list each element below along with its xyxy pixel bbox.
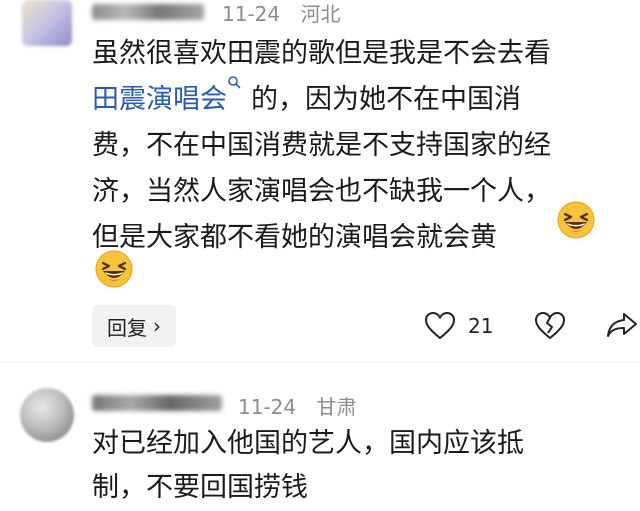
avatar[interactable] bbox=[22, 0, 72, 46]
search-icon bbox=[228, 76, 241, 89]
comment-location: 甘肃 bbox=[316, 395, 357, 419]
comment-location: 河北 bbox=[300, 2, 341, 26]
comment-date: 11-24 bbox=[238, 395, 297, 419]
comment-meta: 11-24 甘肃 bbox=[238, 391, 356, 420]
comment-line-2: 制，不要回国捞钱 bbox=[92, 472, 308, 503]
comment-line-2-text: 的，因为她不在中国消 bbox=[251, 84, 521, 115]
like-count: 21 bbox=[468, 314, 494, 338]
heart-icon[interactable] bbox=[424, 311, 456, 341]
reply-button[interactable]: 回复 › bbox=[92, 305, 176, 347]
username-blurred[interactable] bbox=[92, 4, 204, 20]
comment-divider bbox=[0, 362, 640, 363]
comment-line-3: 费，不在中国消费就是不支持国家的经 bbox=[92, 130, 551, 161]
avatar[interactable] bbox=[20, 388, 74, 442]
comment-line-2: 田震演唱会 的，因为她不在中国消 bbox=[92, 76, 521, 123]
broken-heart-icon[interactable] bbox=[534, 311, 566, 341]
share-icon[interactable] bbox=[606, 310, 638, 340]
comment-line-5-text: 但是大家都不看她的演唱会就会黄 bbox=[92, 222, 497, 253]
comment-meta: 11-24 河北 bbox=[222, 0, 340, 27]
reply-label: 回复 bbox=[107, 315, 147, 340]
username-blurred[interactable] bbox=[92, 395, 222, 411]
comment-line-4: 济，当然人家演唱会也不缺我一个人， bbox=[92, 176, 551, 207]
topic-link[interactable]: 田震演唱会 bbox=[92, 76, 241, 115]
comment-line-1: 虽然很喜欢田震的歌但是我是不会去看 bbox=[92, 38, 551, 69]
chevron-right-icon: › bbox=[153, 314, 161, 338]
comment-line-1: 对已经加入他国的艺人，国内应该抵 bbox=[92, 428, 524, 459]
comment-line-5: 但是大家都不看她的演唱会就会黄 bbox=[92, 215, 497, 261]
comment-date: 11-24 bbox=[222, 2, 281, 26]
grinning-squinting-face-icon bbox=[95, 250, 133, 288]
grinning-squinting-face-icon bbox=[557, 201, 595, 239]
